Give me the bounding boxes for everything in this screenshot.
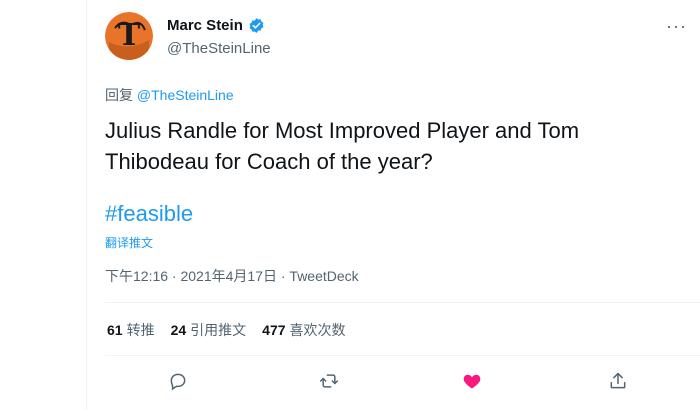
share-icon[interactable]	[607, 370, 629, 392]
author-handle[interactable]: @TheSteinLine	[167, 40, 271, 57]
retweet-icon[interactable]	[318, 370, 340, 392]
reply-prefix: 回复	[105, 87, 133, 103]
stat-likes[interactable]: 477 喜欢次数	[262, 320, 345, 340]
reply-icon[interactable]	[167, 370, 189, 392]
stat-retweets[interactable]: 61 转推	[107, 320, 155, 340]
tweet-stats: 61 转推 24 引用推文 477 喜欢次数	[107, 320, 346, 340]
tweet-text: Julius Randle for Most Improved Player a…	[105, 118, 580, 174]
stat-quotes[interactable]: 24 引用推文	[171, 320, 247, 340]
avatar[interactable]: T	[105, 12, 153, 60]
divider	[105, 302, 700, 303]
divider	[105, 355, 700, 356]
tweet-actions	[105, 360, 665, 400]
tweet-client: TweetDeck	[289, 268, 359, 284]
reply-context: 回复 @TheSteinLine	[105, 85, 234, 105]
more-horizontal-icon[interactable]: ···	[666, 16, 687, 37]
hashtag-link[interactable]: #feasible	[105, 201, 193, 227]
translate-tweet-link[interactable]: 翻译推文	[105, 234, 153, 251]
verified-badge-icon	[248, 17, 265, 34]
heart-icon[interactable]	[461, 370, 483, 392]
tweet-timestamp[interactable]: 下午12:16 · 2021年4月17日 ·	[105, 268, 289, 284]
tweet-metadata: 下午12:16 · 2021年4月17日 · TweetDeck	[105, 266, 359, 286]
tweet-card: T Marc Stein @TheSteinLine ··· 回复 @TheSt…	[86, 0, 700, 410]
author-name[interactable]: Marc Stein	[167, 17, 243, 34]
reply-to-link[interactable]: @TheSteinLine	[137, 87, 234, 103]
